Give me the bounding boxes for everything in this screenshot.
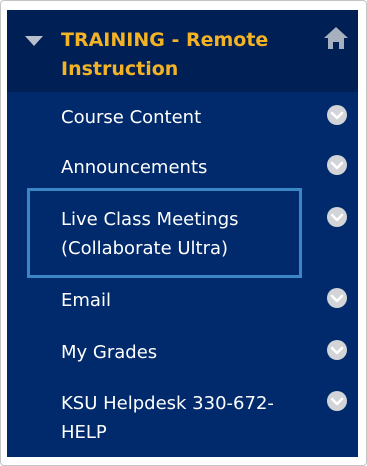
screenshot-frame: TRAINING - Remote Instruction Course Con… — [0, 0, 367, 466]
menu-item-label: Course Content — [61, 103, 316, 132]
menu-item-label-line1: Email — [61, 290, 111, 311]
triangle-down-icon[interactable] — [25, 36, 43, 46]
course-title[interactable]: TRAINING - Remote Instruction — [61, 26, 301, 84]
menu-item-email[interactable]: Email — [7, 286, 358, 316]
chevron-down-circle-icon[interactable] — [327, 340, 347, 360]
course-title-line2: Instruction — [61, 58, 179, 80]
menu-item-label: My Grades — [61, 338, 316, 367]
home-icon[interactable] — [323, 26, 349, 50]
chevron-down-circle-icon[interactable] — [327, 207, 347, 227]
highlight-box — [27, 188, 302, 278]
menu-item-label-line2: HELP — [61, 422, 107, 443]
menu-item-label-line1: Course Content — [61, 107, 202, 128]
menu-item-announcements[interactable]: Announcements — [7, 153, 358, 183]
menu-item-label-line1: My Grades — [61, 342, 158, 363]
menu-item-label-line1: Announcements — [61, 157, 208, 178]
menu-item-label: KSU Helpdesk 330-672- HELP — [61, 389, 316, 447]
course-menu-panel: TRAINING - Remote Instruction Course Con… — [7, 10, 358, 457]
menu-item-my-grades[interactable]: My Grades — [7, 338, 358, 368]
course-title-line1: TRAINING - Remote — [61, 29, 269, 51]
course-menu-header: TRAINING - Remote Instruction — [7, 10, 358, 92]
menu-item-label: Announcements — [61, 153, 316, 182]
chevron-down-circle-icon[interactable] — [327, 155, 347, 175]
chevron-down-circle-icon[interactable] — [327, 391, 347, 411]
chevron-down-circle-icon[interactable] — [327, 288, 347, 308]
chevron-down-circle-icon[interactable] — [327, 105, 347, 125]
menu-item-label-line1: KSU Helpdesk 330-672- — [61, 393, 274, 414]
menu-item-course-content[interactable]: Course Content — [7, 103, 358, 133]
menu-item-ksu-helpdesk[interactable]: KSU Helpdesk 330-672- HELP — [7, 389, 358, 449]
menu-item-label: Email — [61, 286, 316, 315]
